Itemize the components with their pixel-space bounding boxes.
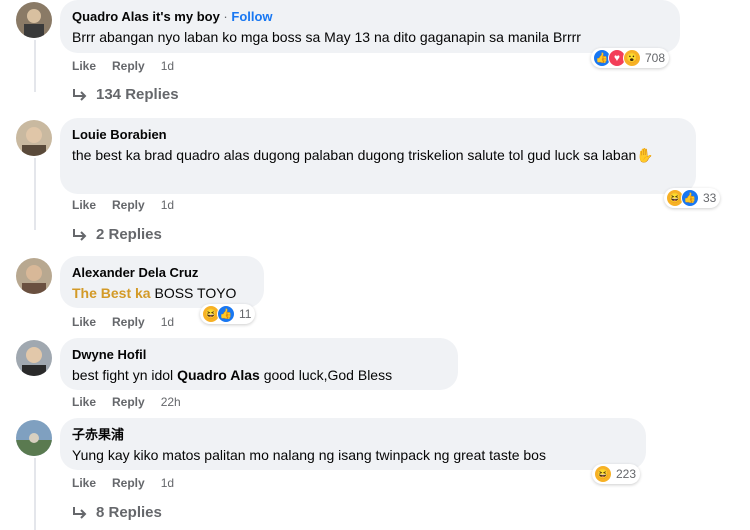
author-name[interactable]: Quadro Alas it's my boy	[72, 9, 220, 24]
timestamp[interactable]: 1d	[161, 476, 174, 490]
reply-arrow-icon	[73, 506, 87, 519]
comment-bubble: Quadro Alas it's my boy · Follow Brrr ab…	[60, 0, 680, 53]
thread-line	[34, 458, 36, 530]
reaction-count: 223	[616, 467, 637, 481]
reaction-count: 708	[645, 51, 666, 65]
comment-actions: Like Reply 1d	[72, 198, 174, 212]
comment-author-line: Quadro Alas it's my boy · Follow	[72, 8, 668, 25]
wow-reaction-icon: 😮	[623, 49, 641, 67]
reactions-summary[interactable]: 😆 👍 11	[200, 304, 256, 324]
reply-arrow-icon	[73, 228, 87, 241]
reply-button[interactable]: Reply	[112, 395, 145, 409]
author-name[interactable]: Dwyne Hofil	[72, 346, 446, 363]
like-reaction-icon: 👍	[217, 305, 235, 323]
reply-button[interactable]: Reply	[112, 59, 145, 73]
like-reaction-icon: 👍	[681, 189, 699, 207]
comment-bubble: Louie Borabien the best ka brad quadro a…	[60, 118, 696, 194]
view-replies-button[interactable]: 134 Replies	[72, 86, 179, 103]
mention-link[interactable]: The Best ka	[72, 285, 151, 301]
comment-text: BOSS TOYO	[154, 285, 237, 301]
reply-button[interactable]: Reply	[112, 198, 145, 212]
timestamp[interactable]: 1d	[161, 59, 174, 73]
haha-reaction-icon: 😆	[594, 465, 612, 483]
comment-bubble: Alexander Dela Cruz The Best ka BOSS TOY…	[60, 256, 264, 308]
reply-button[interactable]: Reply	[112, 315, 145, 329]
comment-text-before: best fight yn idol	[72, 367, 174, 383]
comment-actions: Like Reply 1d	[72, 315, 174, 329]
comment-body: best fight yn idol Quadro Alas good luck…	[72, 365, 446, 386]
author-name[interactable]: 子赤果浦	[72, 426, 634, 443]
author-name[interactable]: Alexander Dela Cruz	[72, 264, 252, 281]
reactions-summary[interactable]: 😆 223	[592, 464, 641, 484]
like-button[interactable]: Like	[72, 315, 96, 329]
comment-actions: Like Reply 1d	[72, 476, 174, 490]
comment-actions: Like Reply 1d	[72, 59, 174, 73]
avatar[interactable]	[16, 340, 52, 376]
view-replies-button[interactable]: 8 Replies	[72, 504, 162, 521]
comment-text: Yung kay kiko matos palitan mo nalang ng…	[72, 447, 546, 463]
timestamp[interactable]: 22h	[161, 395, 181, 409]
replies-count: 134 Replies	[96, 86, 179, 103]
replies-count: 2 Replies	[96, 226, 162, 243]
replies-count: 8 Replies	[96, 504, 162, 521]
timestamp[interactable]: 1d	[161, 198, 174, 212]
timestamp[interactable]: 1d	[161, 315, 174, 329]
mention-link[interactable]: Quadro Alas	[177, 367, 260, 383]
comment-body: the best ka brad quadro alas dugong pala…	[72, 145, 684, 166]
like-button[interactable]: Like	[72, 395, 96, 409]
separator-dot: ·	[219, 9, 232, 24]
like-button[interactable]: Like	[72, 198, 96, 212]
reactions-summary[interactable]: 👍 ♥ 😮 708	[591, 48, 670, 68]
reaction-count: 33	[703, 191, 717, 205]
author-name[interactable]: Louie Borabien	[72, 126, 684, 143]
thread-line	[34, 40, 36, 92]
comment-text: the best ka brad quadro alas dugong pala…	[72, 147, 637, 163]
reaction-count: 11	[239, 307, 252, 321]
thread-line	[34, 158, 36, 230]
comment-body: The Best ka BOSS TOYO	[72, 283, 252, 304]
follow-link[interactable]: Follow	[231, 9, 272, 24]
avatar[interactable]	[16, 420, 52, 456]
view-replies-button[interactable]: 2 Replies	[72, 226, 162, 243]
comment-actions: Like Reply 22h	[72, 395, 181, 409]
wave-emoji: ✋	[636, 147, 654, 163]
avatar[interactable]	[16, 258, 52, 294]
comment-bubble: 子赤果浦 Yung kay kiko matos palitan mo nala…	[60, 418, 646, 470]
comment-text: Brrr abangan nyo laban ko mga boss sa Ma…	[72, 29, 581, 45]
avatar[interactable]	[16, 2, 52, 38]
comment-text-after: good luck,God Bless	[263, 367, 393, 383]
like-button[interactable]: Like	[72, 476, 96, 490]
reply-button[interactable]: Reply	[112, 476, 145, 490]
reply-arrow-icon	[73, 88, 87, 101]
comment-bubble: Dwyne Hofil best fight yn idol Quadro Al…	[60, 338, 458, 390]
like-button[interactable]: Like	[72, 59, 96, 73]
reactions-summary[interactable]: 😆 👍 33	[664, 188, 721, 208]
avatar[interactable]	[16, 120, 52, 156]
